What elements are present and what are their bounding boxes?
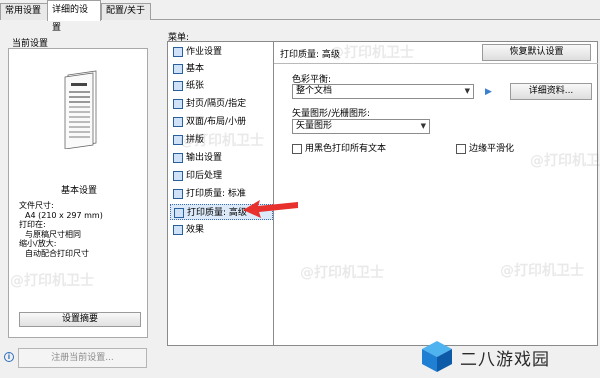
play-arrow-icon: ▶ <box>485 87 492 97</box>
site-logo-text: 二八游戏园 <box>460 350 550 370</box>
menu-item-label: 作业设置 <box>186 47 223 57</box>
imposition-icon <box>173 135 183 145</box>
menu-item-label: 双面/布局/小册 <box>186 117 247 127</box>
menu-item-label: 打印质量: 标准 <box>186 189 246 199</box>
menu-item-label: 印后处理 <box>186 171 223 181</box>
vector-raster-label: 矢量图形/光栅图形: <box>292 109 371 119</box>
panel-title: 打印质量: 高级 <box>280 50 340 60</box>
print-on-value: 与原稿尺寸相同 <box>25 229 81 239</box>
paper-size-label: 文件尺寸: <box>19 201 54 210</box>
effects-icon <box>173 225 183 235</box>
red-pointer-arrow-icon <box>243 200 298 218</box>
scale-value: 自动配合打印尺寸 <box>25 248 89 258</box>
header-divider <box>274 63 598 64</box>
black-text-checkbox[interactable]: 用黑色打印所有文本 <box>292 143 386 155</box>
black-text-label: 用黑色打印所有文本 <box>305 144 387 154</box>
output-settings-icon <box>173 153 183 163</box>
site-logo-icon <box>422 341 452 372</box>
menu-item-label: 基本 <box>186 64 205 74</box>
menu-item-label: 拼版 <box>186 135 205 145</box>
menu-list: 作业设置 基本 纸张 封页/隔页/指定 双面/布局/小册 拼版 输出设置 印后处… <box>167 41 274 346</box>
print-quality-advanced-panel: 打印质量: 高级 恢复默认设置 色彩平衡: 整个文档 ▼ ▶ 详细资料... 矢… <box>274 41 598 346</box>
tab-detailed-settings[interactable]: 详细的设置 <box>47 0 101 33</box>
menu-item-job-settings[interactable]: 作业设置 <box>170 44 273 60</box>
edge-smoothing-label: 边缘平滑化 <box>469 144 515 154</box>
scale-label: 缩小/放大: <box>19 239 57 248</box>
tab-common-settings[interactable]: 常用设置 <box>0 3 48 20</box>
color-balance-select[interactable]: 整个文档 ▼ <box>292 84 474 99</box>
color-balance-value: 整个文档 <box>296 86 333 96</box>
settings-summary: 文件尺寸: A4 (210 x 297 mm) 打印在: 与原稿尺寸相同 缩小/… <box>19 201 103 258</box>
register-current-settings-button[interactable]: 注册当前设置... <box>18 348 147 368</box>
menu-item-label: 封页/隔页/指定 <box>186 99 247 109</box>
menu-item-imposition[interactable]: 拼版 <box>170 132 273 148</box>
menu-item-paper[interactable]: 纸张 <box>170 78 273 94</box>
finishing-icon <box>173 171 183 181</box>
document-preview-icon <box>64 70 97 149</box>
menu-item-effects[interactable]: 效果 <box>170 222 273 238</box>
basic-settings-title: 基本设置 <box>60 186 97 196</box>
chevron-down-icon: ▼ <box>420 122 426 130</box>
menu-item-label: 打印质量: 高级 <box>187 208 247 218</box>
settings-summary-button[interactable]: 设置摘要 <box>19 312 141 327</box>
print-quality-standard-icon <box>173 189 183 199</box>
tab-bar: 常用设置 详细的设置 配置/关于 <box>0 0 600 33</box>
paper-size-value: A4 (210 x 297 mm) <box>25 210 103 220</box>
edge-smoothing-checkbox[interactable]: 边缘平滑化 <box>456 143 514 155</box>
restore-defaults-button[interactable]: 恢复默认设置 <box>482 44 591 61</box>
menu-item-label: 效果 <box>186 225 205 235</box>
menu-item-basic[interactable]: 基本 <box>170 61 273 77</box>
tab-config-about[interactable]: 配置/关于 <box>101 3 151 20</box>
duplex-layout-icon <box>173 117 183 127</box>
menu-item-cover-page[interactable]: 封页/隔页/指定 <box>170 96 273 112</box>
checkbox-box[interactable] <box>456 144 466 154</box>
current-settings-panel: 基本设置 文件尺寸: A4 (210 x 297 mm) 打印在: 与原稿尺寸相… <box>8 48 148 338</box>
menu-item-output-settings[interactable]: 输出设置 <box>170 150 273 166</box>
basic-icon <box>173 64 183 74</box>
vector-raster-value: 矢量图形 <box>296 121 333 131</box>
chevron-down-icon: ▼ <box>464 87 470 95</box>
menu-item-duplex-layout[interactable]: 双面/布局/小册 <box>170 114 273 130</box>
paper-icon <box>173 81 183 91</box>
print-on-label: 打印在: <box>19 220 46 229</box>
menu-item-label: 纸张 <box>186 81 205 91</box>
vector-raster-select[interactable]: 矢量图形 ▼ <box>292 119 430 134</box>
cover-page-icon <box>173 99 183 109</box>
details-button[interactable]: 详细资料... <box>510 83 592 100</box>
menu-item-label: 输出设置 <box>186 153 223 163</box>
job-settings-icon <box>173 47 183 57</box>
print-quality-advanced-icon <box>174 208 184 218</box>
checkbox-box[interactable] <box>292 144 302 154</box>
menu-item-finishing[interactable]: 印后处理 <box>170 168 273 184</box>
info-icon: i <box>4 352 14 362</box>
